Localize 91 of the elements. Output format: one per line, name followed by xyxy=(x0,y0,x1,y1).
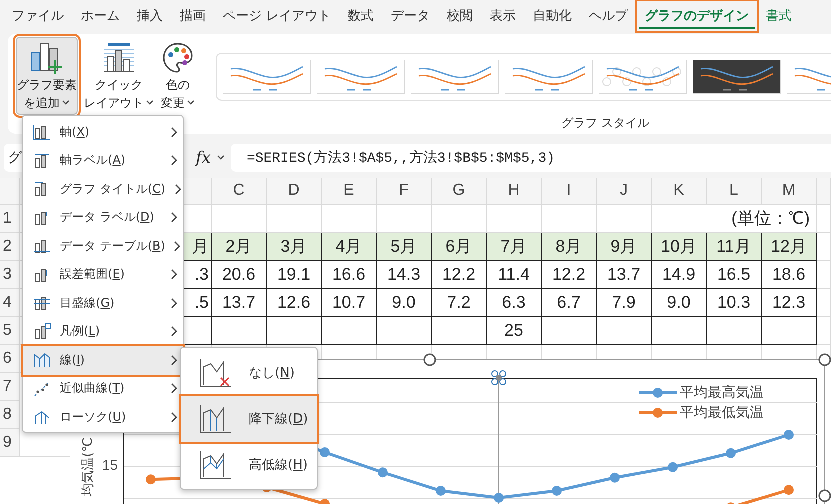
column-header[interactable]: I xyxy=(542,178,597,205)
ribbon-tab[interactable]: ヘルプ xyxy=(583,3,634,29)
row-header[interactable]: 1 xyxy=(0,205,20,233)
row-header[interactable]: 6 xyxy=(0,345,20,373)
row-header[interactable]: 8 xyxy=(0,401,20,429)
menu-item[interactable]: ローソク(U) xyxy=(23,403,183,432)
ribbon-tab[interactable]: 数式 xyxy=(342,3,380,29)
legend-label: 平均最高気温 xyxy=(680,384,764,402)
ribbon-tab[interactable]: 表示 xyxy=(484,3,522,29)
column-header[interactable]: G xyxy=(432,178,487,205)
table-cell: 18.6 xyxy=(762,261,817,289)
month-header-cell: 10月 xyxy=(652,233,707,261)
table-cell: 20.6 xyxy=(212,261,267,289)
table-cell: 13.7 xyxy=(212,289,267,317)
menu-item[interactable]: 降下線(D) xyxy=(181,396,317,442)
month-header-cell: 3月 xyxy=(267,233,322,261)
row-header[interactable]: 4 xyxy=(0,289,20,317)
formula-field[interactable]: =SERIES(方法3!$A$5,,方法3!$B$5:$M$5,3) xyxy=(230,144,831,172)
ribbon-tab[interactable]: 自動化 xyxy=(527,3,578,29)
month-header-cell: 2月 xyxy=(212,233,267,261)
menu-item[interactable]: 近似曲線(T) xyxy=(23,374,183,403)
column-header[interactable]: D xyxy=(267,178,322,205)
menu-item[interactable]: 目盛線(G) xyxy=(23,289,183,318)
month-header-cell: 7月 xyxy=(487,233,542,261)
menu-item[interactable]: データ ラベル(D) xyxy=(23,204,183,232)
insert-function-button[interactable]: fx xyxy=(196,148,211,167)
table-cell: 9.0 xyxy=(652,289,707,317)
column-header[interactable]: C xyxy=(212,178,267,205)
column-header[interactable]: J xyxy=(597,178,652,205)
month-header-cell: 11月 xyxy=(707,233,762,261)
menu-item[interactable]: 線(I) xyxy=(23,346,183,374)
menu-item[interactable]: 凡例(L) xyxy=(23,318,183,346)
ribbon-tab[interactable]: 描画 xyxy=(174,3,212,29)
table-cell: 6.3 xyxy=(487,289,542,317)
column-header[interactable]: K xyxy=(652,178,707,205)
ribbon-button[interactable]: グラフ要素 を追加 xyxy=(16,37,78,115)
table-cell: 6.7 xyxy=(542,289,597,317)
ribbon-tab[interactable]: ファイル xyxy=(6,3,70,29)
table-cell: 12.2 xyxy=(432,261,487,289)
menu-item[interactable]: 軸ラベル(A) xyxy=(23,146,183,175)
ribbon-tab[interactable]: 書式 xyxy=(760,3,798,29)
row-header[interactable]: 9 xyxy=(0,429,20,457)
menu-item[interactable]: データ テーブル(B) xyxy=(23,232,183,260)
table-cell: 10.7 xyxy=(322,289,377,317)
table-cell: 12.6 xyxy=(267,289,322,317)
month-header-cell: 月 xyxy=(183,233,212,261)
column-header[interactable]: F xyxy=(377,178,432,205)
menu-item[interactable]: グラフ タイトル(C) xyxy=(23,175,183,204)
axis-title: 均気温(℃ xyxy=(80,438,97,496)
menu-item[interactable]: 高低線(H) xyxy=(181,442,317,488)
table-cell: 19.1 xyxy=(267,261,322,289)
table-cell: 7.9 xyxy=(597,289,652,317)
month-header-cell: 5月 xyxy=(377,233,432,261)
ribbon-button[interactable]: 色の 変更 xyxy=(160,37,196,115)
row-header[interactable]: 7 xyxy=(0,373,20,401)
month-header-cell: 4月 xyxy=(322,233,377,261)
ribbon-button[interactable]: クイック レイアウト xyxy=(86,37,152,115)
month-header-cell: 12月 xyxy=(762,233,817,261)
row-header[interactable]: 2 xyxy=(0,233,20,261)
menu-item[interactable]: 軸(X) xyxy=(23,118,183,146)
column-header[interactable]: L xyxy=(707,178,762,205)
axis-tick-label: 15 xyxy=(102,457,118,473)
table-cell: 16.6 xyxy=(322,261,377,289)
table-cell: 9.0 xyxy=(377,289,432,317)
row-header[interactable]: 5 xyxy=(0,317,20,345)
month-header-cell: 8月 xyxy=(542,233,597,261)
menu-item[interactable]: なし(N) xyxy=(181,350,317,396)
table-cell: 12.3 xyxy=(762,289,817,317)
table-cell: 14.9 xyxy=(652,261,707,289)
table-cell: 13.7 xyxy=(597,261,652,289)
table-cell: 16.5 xyxy=(707,261,762,289)
table-cell: 7.2 xyxy=(432,289,487,317)
column-header[interactable]: E xyxy=(322,178,377,205)
table-cell: 25 xyxy=(487,317,542,345)
table-cell: 10.3 xyxy=(707,289,762,317)
ribbon-tab[interactable]: 校閲 xyxy=(441,3,480,29)
group-label: グラフ スタイル xyxy=(562,115,650,132)
legend-label: 平均最低気温 xyxy=(680,404,764,422)
table-cell: 11.4 xyxy=(487,261,542,289)
ribbon-tab[interactable]: データ xyxy=(385,3,436,29)
ribbon-tab[interactable]: ホーム xyxy=(75,3,126,29)
ribbon-tab[interactable]: 挿入 xyxy=(131,3,169,29)
column-header[interactable]: H xyxy=(487,178,542,205)
column-header[interactable]: M xyxy=(762,178,817,205)
month-header-cell: 6月 xyxy=(432,233,487,261)
menu-item[interactable]: 誤差範囲(E) xyxy=(23,260,183,289)
ribbon-tab[interactable]: ページ レイアウト xyxy=(217,3,338,29)
table-cell: 12.2 xyxy=(542,261,597,289)
table-cell: 14.3 xyxy=(377,261,432,289)
row-header[interactable]: 3 xyxy=(0,261,20,289)
month-header-cell: 9月 xyxy=(597,233,652,261)
